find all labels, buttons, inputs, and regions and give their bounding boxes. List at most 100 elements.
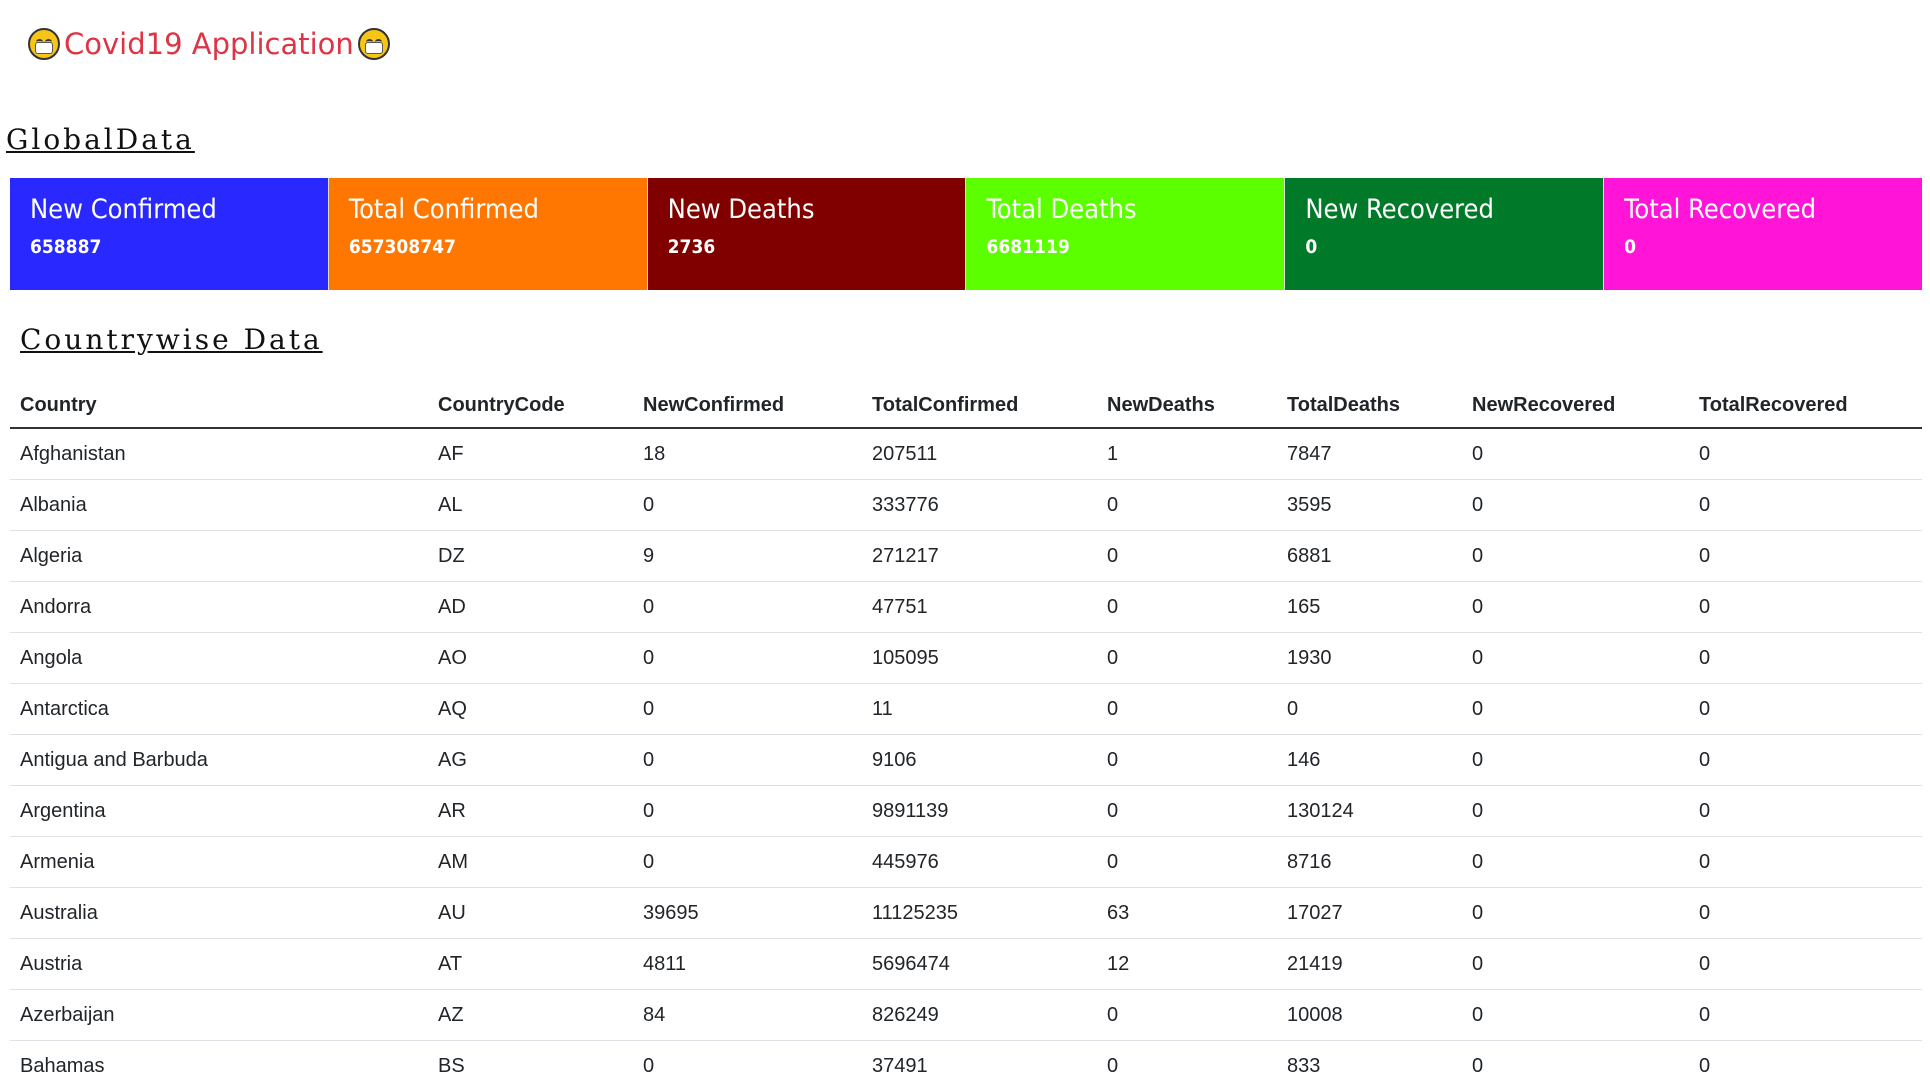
stat-card: New Confirmed 658887 — [10, 178, 329, 290]
table-cell: Afghanistan — [10, 428, 428, 480]
table-cell: 826249 — [862, 989, 1097, 1041]
stat-card: New Deaths 2736 — [647, 178, 967, 290]
table-cell: AQ — [428, 683, 633, 735]
table-cell: 0 — [1462, 683, 1689, 735]
table-cell: 0 — [1689, 632, 1922, 684]
stat-card-title: Total Deaths — [986, 194, 1137, 225]
table-cell: 0 — [1462, 1040, 1689, 1074]
table-cell: Algeria — [10, 530, 428, 582]
column-header: TotalRecovered — [1689, 384, 1922, 429]
stat-card-title: Total Recovered — [1624, 194, 1817, 225]
stat-card: Total Confirmed 657308747 — [328, 178, 648, 290]
table-cell: AR — [428, 785, 633, 837]
table-cell: 0 — [1462, 530, 1689, 582]
global-data-heading: GlobalData — [6, 123, 195, 156]
table-cell: 271217 — [862, 530, 1097, 582]
table-cell: Austria — [10, 938, 428, 990]
table-cell: 47751 — [862, 581, 1097, 633]
table-cell: 105095 — [862, 632, 1097, 684]
table-cell: Argentina — [10, 785, 428, 837]
table-cell: 0 — [1689, 989, 1922, 1041]
table-cell: 9 — [633, 530, 862, 582]
table-cell: 0 — [1097, 683, 1277, 735]
table-body: Afghanistan AF 18 207511 1 7847 0 0 Albania AL 0 33… — [10, 428, 1922, 1074]
table-cell: 0 — [1097, 530, 1277, 582]
table-cell: 0 — [1097, 632, 1277, 684]
table-cell: 0 — [1689, 1040, 1922, 1074]
table-cell: 0 — [1462, 785, 1689, 837]
table-cell: Armenia — [10, 836, 428, 888]
stat-card-title: New Recovered — [1305, 194, 1494, 225]
table-cell: 0 — [1689, 683, 1922, 735]
app-title-bar: Covid19 Application — [28, 22, 390, 66]
table-row: Algeria DZ 9 271217 0 6881 0 0 — [10, 530, 1922, 582]
table-cell: 0 — [1462, 938, 1689, 990]
column-header: NewRecovered — [1462, 384, 1689, 429]
table-cell: Azerbaijan — [10, 989, 428, 1041]
table-cell: 18 — [633, 428, 862, 480]
column-header: CountryCode — [428, 384, 633, 429]
table-cell: Australia — [10, 887, 428, 939]
table-cell: AO — [428, 632, 633, 684]
table-cell: 0 — [633, 734, 862, 786]
table-cell: 0 — [633, 1040, 862, 1074]
table-cell: 146 — [1277, 734, 1462, 786]
table-cell: 0 — [1689, 479, 1922, 531]
table-cell: 0 — [1462, 632, 1689, 684]
table-cell: 0 — [1097, 1040, 1277, 1074]
table-cell: 0 — [1097, 785, 1277, 837]
stat-card: Total Recovered 0 — [1604, 178, 1922, 290]
column-header: NewConfirmed — [633, 384, 862, 429]
table-cell: AD — [428, 581, 633, 633]
table-cell: 5696474 — [862, 938, 1097, 990]
stat-card-title: New Deaths — [667, 194, 815, 225]
table-cell: AU — [428, 887, 633, 939]
table-cell: 0 — [633, 632, 862, 684]
table-cell: 37491 — [862, 1040, 1097, 1074]
table-cell: AT — [428, 938, 633, 990]
table-cell: 0 — [1462, 581, 1689, 633]
table-cell: 0 — [1689, 785, 1922, 837]
table-cell: Albania — [10, 479, 428, 531]
table-cell: 207511 — [862, 428, 1097, 480]
column-header: TotalDeaths — [1277, 384, 1462, 429]
table-row: Argentina AR 0 9891139 0 130124 0 0 — [10, 785, 1922, 837]
medical-mask-emoji-icon — [28, 28, 60, 60]
table-row: Angola AO 0 105095 0 1930 0 0 — [10, 632, 1922, 684]
table-row: Armenia AM 0 445976 0 8716 0 0 — [10, 836, 1922, 888]
table-cell: 0 — [633, 683, 862, 735]
column-header: NewDeaths — [1097, 384, 1277, 429]
table-cell: Antarctica — [10, 683, 428, 735]
table-cell: 0 — [1689, 581, 1922, 633]
table-cell: DZ — [428, 530, 633, 582]
table-cell: 0 — [1097, 836, 1277, 888]
stat-card: New Recovered 0 — [1285, 178, 1605, 290]
table-cell: 9106 — [862, 734, 1097, 786]
stat-card-value: 658887 — [30, 236, 102, 258]
table-cell: 0 — [1689, 836, 1922, 888]
table-cell: AG — [428, 734, 633, 786]
countrywise-data-heading: Countrywise Data — [20, 323, 323, 356]
table-cell: AZ — [428, 989, 633, 1041]
global-stat-cards: New Confirmed 658887 Total Confirmed 657308… — [10, 178, 1922, 290]
table-header-row: Country CountryCode NewConfirmed TotalConfi… — [10, 384, 1922, 429]
table-cell: 0 — [1097, 734, 1277, 786]
table-cell: 1930 — [1277, 632, 1462, 684]
table-cell: 9891139 — [862, 785, 1097, 837]
table-cell: 0 — [1462, 989, 1689, 1041]
table-row: Andorra AD 0 47751 0 165 0 0 — [10, 581, 1922, 633]
table-row: Bahamas BS 0 37491 0 833 0 0 — [10, 1040, 1922, 1074]
table-cell: 39695 — [633, 887, 862, 939]
stat-card-value: 2736 — [667, 236, 716, 258]
table-cell: 0 — [633, 581, 862, 633]
app-title: Covid19 Application — [64, 27, 354, 61]
table-cell: 0 — [633, 836, 862, 888]
table-cell: 0 — [633, 479, 862, 531]
table-cell: 21419 — [1277, 938, 1462, 990]
table-cell: 0 — [1689, 428, 1922, 480]
countrywise-table-container[interactable]: Country CountryCode NewConfirmed TotalConfi… — [10, 384, 1922, 1074]
stat-card-value: 6681119 — [986, 236, 1070, 258]
table-cell: 0 — [1462, 734, 1689, 786]
table-cell: 833 — [1277, 1040, 1462, 1074]
stat-card-value: 657308747 — [348, 236, 456, 258]
